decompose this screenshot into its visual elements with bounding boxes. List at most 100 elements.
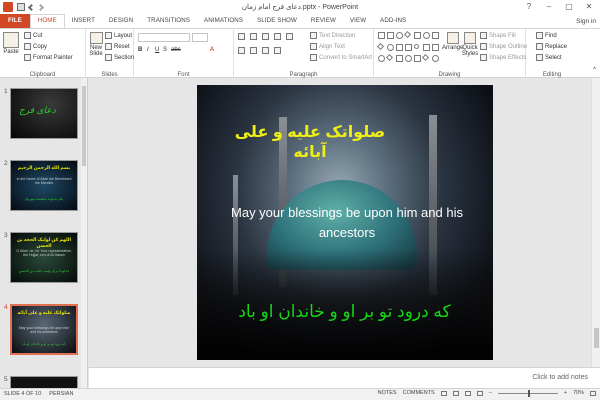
shape-icon[interactable] bbox=[423, 32, 430, 39]
align-center-button[interactable] bbox=[250, 47, 257, 54]
slideshow-icon[interactable] bbox=[476, 390, 483, 396]
slide-title-text[interactable]: صلواتک علیه و علی آبائه bbox=[225, 123, 395, 163]
scrollbar-thumb[interactable] bbox=[594, 328, 599, 348]
font-size-box[interactable] bbox=[192, 33, 208, 42]
italic-button[interactable]: I bbox=[147, 47, 149, 53]
slide-thumbnail-1[interactable]: دعای فرج bbox=[10, 88, 78, 139]
undo-icon[interactable] bbox=[27, 3, 36, 11]
fit-slide-icon[interactable] bbox=[590, 390, 596, 396]
close-button[interactable]: ✕ bbox=[580, 1, 598, 12]
zoom-slider-thumb[interactable] bbox=[527, 389, 530, 397]
slide-english-text[interactable]: May your blessings be upon him and his a… bbox=[227, 203, 467, 243]
numbering-button[interactable] bbox=[250, 33, 257, 40]
bold-button[interactable]: B bbox=[138, 47, 142, 53]
decrease-indent-button[interactable] bbox=[262, 33, 269, 40]
redo-icon[interactable] bbox=[36, 3, 45, 11]
collapse-ribbon-icon[interactable]: ^ bbox=[593, 67, 596, 73]
justify-button[interactable] bbox=[274, 47, 281, 54]
tab-view[interactable]: VIEW bbox=[343, 14, 373, 28]
help-button[interactable]: ? bbox=[520, 1, 538, 12]
quick-styles-button[interactable]: Quick Styles bbox=[462, 32, 478, 57]
shape-icon[interactable] bbox=[405, 43, 412, 51]
tab-slide-show[interactable]: SLIDE SHOW bbox=[250, 14, 304, 28]
save-icon[interactable] bbox=[17, 3, 25, 11]
scrollbar-thumb[interactable] bbox=[82, 86, 86, 166]
normal-view-icon[interactable] bbox=[440, 390, 447, 396]
sign-in-link[interactable]: Sign in bbox=[576, 18, 596, 25]
shape-icon[interactable] bbox=[387, 43, 394, 51]
tab-add-ins[interactable]: ADD-INS bbox=[373, 14, 413, 28]
slide-thumbnail-3[interactable]: اللهم کن لولیک الحجه بن الحسن O Allah, b… bbox=[10, 232, 78, 283]
shape-icon[interactable] bbox=[396, 55, 403, 63]
bullets-button[interactable] bbox=[238, 33, 245, 40]
slide-vertical-scrollbar[interactable] bbox=[591, 78, 600, 367]
shape-icon[interactable] bbox=[432, 55, 439, 63]
tab-file[interactable]: FILE bbox=[0, 14, 30, 28]
zoom-out-button[interactable]: – bbox=[489, 390, 492, 396]
thumbnail-scrollbar[interactable] bbox=[81, 78, 87, 388]
format-painter-button[interactable]: Format Painter bbox=[24, 54, 73, 61]
shape-icon[interactable] bbox=[378, 32, 385, 39]
convert-smartart-button[interactable]: Convert to SmartArt bbox=[310, 54, 372, 61]
shape-icon[interactable] bbox=[405, 55, 412, 63]
increase-indent-button[interactable] bbox=[274, 33, 281, 40]
shape-icon[interactable] bbox=[385, 54, 394, 62]
paste-button[interactable]: Paste bbox=[3, 32, 19, 55]
select-button[interactable]: Select bbox=[536, 54, 562, 61]
arrange-button[interactable]: Arrange bbox=[442, 32, 463, 51]
language-indicator[interactable]: PERSIAN bbox=[49, 391, 73, 397]
tab-insert[interactable]: INSERT bbox=[65, 14, 102, 28]
notes-pane[interactable]: Click to add notes bbox=[89, 367, 600, 388]
font-color-button[interactable]: A bbox=[210, 47, 214, 53]
shape-outline-button[interactable]: Shape Outline bbox=[480, 43, 527, 50]
copy-button[interactable]: Copy bbox=[24, 43, 47, 50]
minimize-button[interactable]: – bbox=[540, 1, 558, 12]
tab-review[interactable]: REVIEW bbox=[304, 14, 343, 28]
shape-icon[interactable] bbox=[403, 30, 412, 39]
line-spacing-button[interactable] bbox=[286, 33, 293, 40]
shape-icon[interactable] bbox=[378, 55, 385, 63]
tab-transitions[interactable]: TRANSITIONS bbox=[140, 14, 197, 28]
slide-farsi-text[interactable]: که درود تو بر او و خاندان او باد bbox=[207, 302, 482, 322]
underline-button[interactable]: U bbox=[155, 47, 159, 53]
font-name-box[interactable] bbox=[138, 33, 190, 42]
shape-icon[interactable] bbox=[414, 55, 421, 63]
tab-animations[interactable]: ANIMATIONS bbox=[197, 14, 250, 28]
slide-thumbnail-2[interactable]: بسم الله الرحمن الرحیم In the Name of Al… bbox=[10, 160, 78, 211]
section-button[interactable]: Section bbox=[105, 54, 134, 61]
shape-icon[interactable] bbox=[432, 43, 439, 51]
new-slide-button[interactable]: New Slide bbox=[89, 32, 103, 57]
cut-button[interactable]: Cut bbox=[24, 32, 42, 39]
zoom-in-button[interactable]: + bbox=[564, 390, 567, 396]
shape-icon[interactable] bbox=[376, 42, 385, 50]
zoom-level[interactable]: 70% bbox=[573, 390, 584, 396]
comments-button[interactable]: COMMENTS bbox=[403, 390, 435, 396]
reading-view-icon[interactable] bbox=[464, 390, 471, 396]
shape-icon[interactable] bbox=[396, 32, 403, 39]
align-right-button[interactable] bbox=[262, 47, 269, 54]
strikethrough-button[interactable]: abc bbox=[171, 47, 181, 53]
text-direction-button[interactable]: Text Direction bbox=[310, 32, 355, 39]
shape-effects-button[interactable]: Shape Effects bbox=[480, 54, 526, 61]
shape-icon[interactable] bbox=[432, 32, 439, 39]
layout-button[interactable]: Layout bbox=[105, 32, 132, 39]
maximize-button[interactable]: ▢ bbox=[560, 1, 578, 12]
shape-icon[interactable] bbox=[414, 32, 421, 39]
zoom-slider[interactable] bbox=[497, 389, 558, 397]
current-slide[interactable]: صلواتک علیه و علی آبائه May your blessin… bbox=[197, 85, 493, 360]
shape-icon[interactable] bbox=[421, 54, 430, 62]
shapes-gallery[interactable] bbox=[376, 30, 440, 66]
reset-button[interactable]: Reset bbox=[105, 43, 130, 50]
tab-home[interactable]: HOME bbox=[29, 14, 65, 28]
replace-button[interactable]: Replace bbox=[536, 43, 567, 50]
slide-sorter-icon[interactable] bbox=[452, 390, 459, 396]
shape-icon[interactable] bbox=[412, 42, 421, 50]
tab-design[interactable]: DESIGN bbox=[102, 14, 140, 28]
shape-fill-button[interactable]: Shape Fill bbox=[480, 32, 516, 39]
align-left-button[interactable] bbox=[238, 47, 245, 54]
find-button[interactable]: Find bbox=[536, 32, 557, 39]
shape-icon[interactable] bbox=[387, 32, 394, 39]
align-text-button[interactable]: Align Text bbox=[310, 43, 345, 50]
shape-icon[interactable] bbox=[396, 43, 403, 51]
shadow-button[interactable]: S bbox=[163, 47, 167, 53]
